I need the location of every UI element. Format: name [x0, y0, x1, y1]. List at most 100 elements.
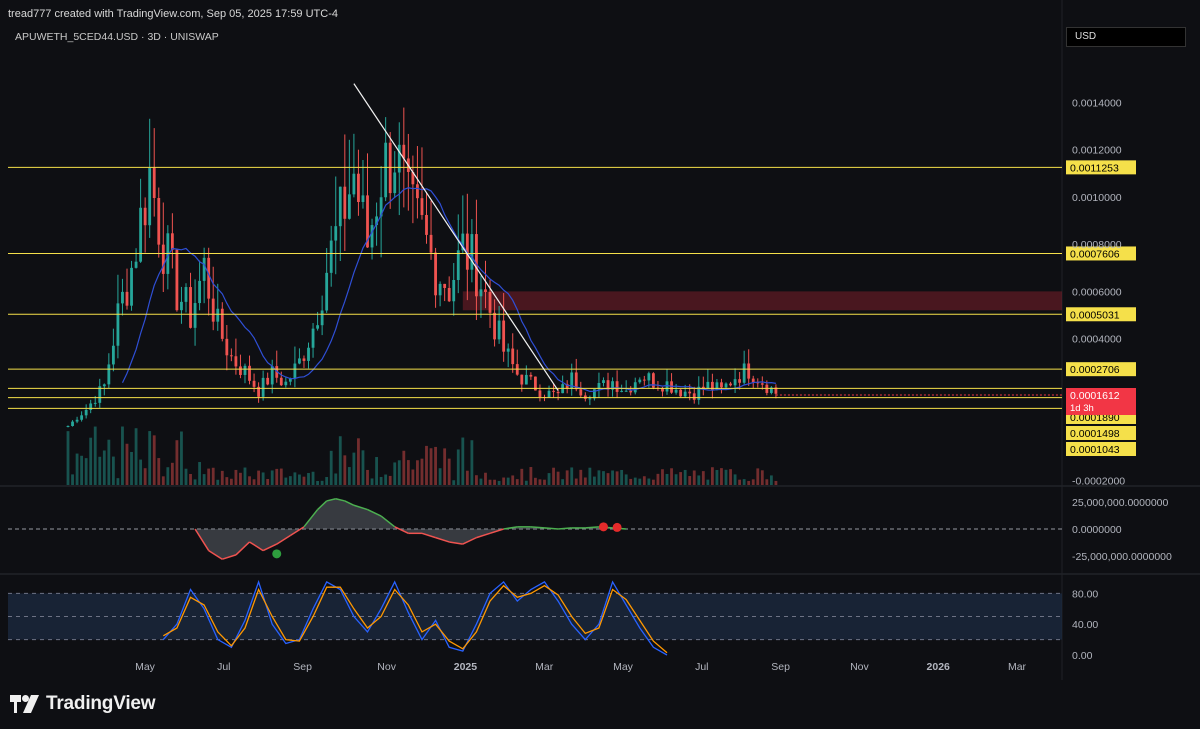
candle[interactable] [665, 381, 669, 392]
candle[interactable] [552, 390, 555, 392]
candle[interactable] [293, 363, 297, 379]
candle[interactable] [71, 421, 74, 426]
candle[interactable] [370, 225, 374, 248]
candle[interactable] [679, 389, 683, 397]
candle[interactable] [93, 402, 97, 404]
candle[interactable] [624, 390, 628, 392]
candle[interactable] [688, 391, 692, 394]
candle[interactable] [152, 167, 156, 198]
candle[interactable] [493, 312, 496, 340]
candle[interactable] [683, 391, 687, 397]
candle[interactable] [148, 167, 152, 226]
candle[interactable] [397, 144, 401, 173]
candle[interactable] [170, 233, 174, 250]
candle[interactable] [107, 364, 111, 385]
candle[interactable] [202, 257, 206, 281]
candle[interactable] [116, 303, 120, 346]
tradingview-logo[interactable]: TradingView [10, 690, 156, 718]
candle[interactable] [234, 356, 238, 367]
candle[interactable] [647, 373, 651, 381]
candle[interactable] [102, 384, 106, 387]
candle[interactable] [583, 395, 587, 399]
candle[interactable] [638, 379, 642, 383]
candle[interactable] [720, 382, 723, 388]
candle[interactable] [747, 363, 751, 379]
candle[interactable] [311, 328, 315, 348]
candle[interactable] [216, 308, 220, 322]
candle[interactable] [261, 377, 265, 397]
candle[interactable] [452, 279, 456, 302]
candle[interactable] [211, 298, 215, 322]
candle[interactable] [479, 289, 483, 297]
candle[interactable] [157, 197, 161, 245]
candle[interactable] [266, 377, 270, 385]
candle[interactable] [588, 398, 592, 400]
candle[interactable] [484, 289, 487, 293]
candle[interactable] [357, 173, 360, 202]
candle[interactable] [320, 310, 324, 326]
trendline[interactable] [353, 83, 559, 391]
candle[interactable] [384, 142, 388, 198]
candle[interactable] [420, 198, 424, 215]
candle[interactable] [298, 358, 301, 364]
candle[interactable] [143, 207, 147, 226]
macd-signal-marker[interactable] [612, 522, 622, 532]
candle[interactable] [252, 380, 256, 387]
candle[interactable] [343, 186, 347, 219]
candle[interactable] [121, 291, 124, 304]
trendline-layer[interactable] [353, 83, 559, 391]
candle[interactable] [429, 234, 433, 253]
candle[interactable] [438, 283, 442, 296]
candle[interactable] [520, 374, 524, 385]
candle[interactable] [434, 252, 437, 296]
candle[interactable] [361, 195, 365, 202]
candle[interactable] [325, 272, 329, 311]
candle[interactable] [615, 381, 619, 392]
supply-zone[interactable] [462, 291, 1062, 311]
macd-signal-marker[interactable] [598, 522, 608, 532]
candle[interactable] [425, 214, 428, 235]
candle[interactable] [198, 280, 202, 304]
candle[interactable] [547, 390, 551, 398]
candle[interactable] [125, 291, 129, 306]
candle[interactable] [239, 366, 242, 375]
candle[interactable] [488, 292, 492, 313]
candle[interactable] [456, 250, 460, 280]
candle[interactable] [175, 249, 179, 311]
candle[interactable] [279, 377, 283, 386]
candle[interactable] [670, 381, 673, 393]
candle[interactable] [161, 244, 165, 274]
candle[interactable] [220, 308, 224, 339]
candle[interactable] [338, 186, 342, 227]
candle[interactable] [225, 338, 229, 356]
candle[interactable] [674, 389, 678, 393]
candle[interactable] [760, 383, 764, 385]
candle[interactable] [334, 226, 338, 241]
candle[interactable] [189, 287, 192, 328]
candle[interactable] [66, 425, 70, 427]
candle[interactable] [506, 348, 510, 352]
candle[interactable] [633, 382, 637, 393]
candle[interactable] [229, 355, 233, 357]
candle[interactable] [393, 172, 397, 194]
candle[interactable] [729, 383, 732, 386]
candle[interactable] [302, 358, 306, 361]
candle[interactable] [538, 390, 542, 397]
candle[interactable] [556, 391, 560, 394]
candle[interactable] [284, 381, 288, 386]
candle[interactable] [130, 267, 133, 306]
candle[interactable] [642, 379, 646, 381]
candle[interactable] [184, 287, 188, 302]
candle[interactable] [352, 173, 356, 195]
candle[interactable] [329, 240, 333, 273]
candle[interactable] [443, 283, 447, 288]
candle[interactable] [243, 365, 247, 375]
candle[interactable] [75, 419, 79, 422]
macd-panel[interactable] [8, 498, 1062, 560]
candle-layer[interactable] [66, 107, 778, 428]
currency-selector[interactable]: USD [1066, 27, 1186, 47]
candle[interactable] [180, 301, 183, 311]
candle[interactable] [751, 378, 755, 383]
chart-canvas[interactable]: 0.00112530.00076060.00050310.00027060.00… [0, 0, 1200, 729]
candle[interactable] [111, 345, 115, 365]
